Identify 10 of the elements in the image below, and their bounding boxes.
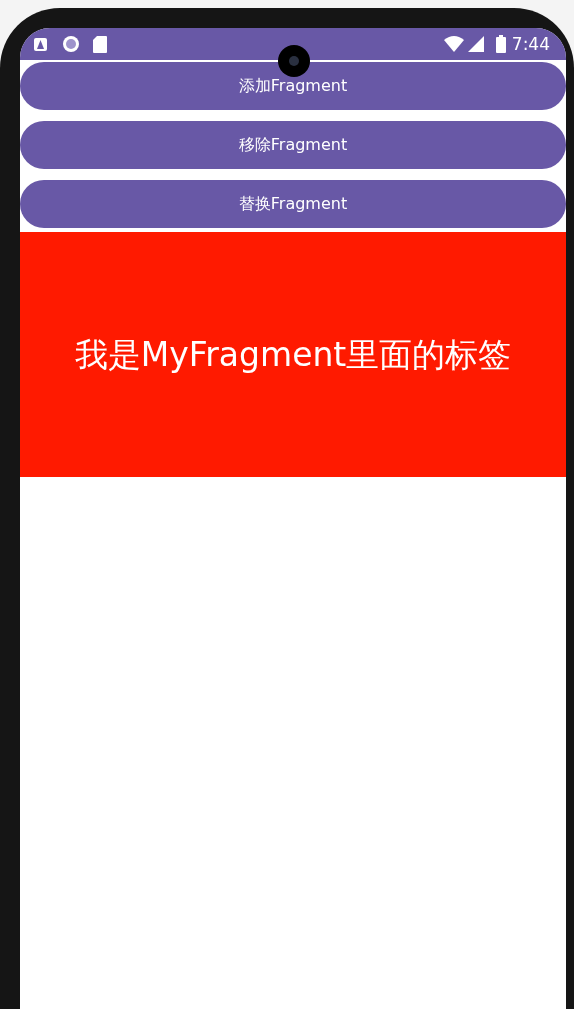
fragment-label: 我是MyFragment里面的标签 (74, 333, 512, 376)
action-button[interactable]: 添加Fragment (20, 62, 566, 110)
circle-icon (63, 36, 79, 52)
action-button[interactable]: 移除Fragment (20, 121, 566, 169)
action-button[interactable]: 替换Fragment (20, 180, 566, 228)
signal-icon (467, 36, 484, 52)
battery-icon (495, 35, 506, 53)
wifi-icon (443, 36, 464, 52)
sd-card-icon (93, 35, 107, 53)
status-time: 7:44 (511, 35, 550, 53)
